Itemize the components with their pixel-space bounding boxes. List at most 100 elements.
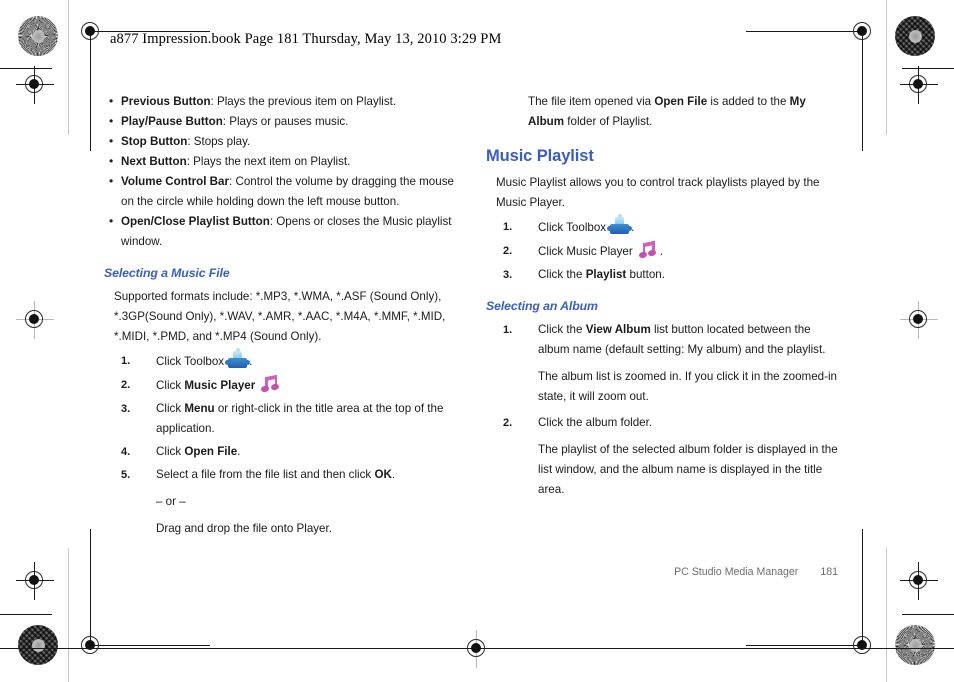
bullet-text: : Stops play. [187,135,251,148]
step-item: 4. Click Open File. [104,442,456,462]
registration-target-mid-left [16,301,54,339]
step-detail-text: The album list is zoomed in. If you clic… [538,370,837,403]
step-number: 5. [121,469,131,481]
note-text-pre: The file item opened via [528,95,655,108]
step-item: 2. Click Music Player [104,374,456,396]
bullet-term: Previous Button [121,95,211,108]
step-text: Click Toolbox [156,355,225,368]
step-bold: View Album [585,323,651,336]
trim-line-left-bottom [68,548,69,682]
step-text: Click [156,379,185,392]
registration-target-upper-right-corner [900,66,938,104]
step-number: 3. [121,403,131,415]
running-header: a877 Impression.book Page 181 Thursday, … [110,31,502,47]
bullet-text: : Plays the previous item on Playlist. [210,95,397,108]
registration-target-lower-right-corner [900,562,938,600]
music-playlist-steps: 1. Click Toolbox. 2. Click Music Player.… [486,214,838,285]
starburst-mark-top-right [895,16,935,56]
step-item: 1. Click the View Album list button loca… [486,320,838,407]
album-steps: 1. Click the View Album list button loca… [486,320,838,500]
right-column: The file item opened via Open File is ad… [486,92,838,503]
trim-line-bottom-right [902,614,954,615]
trim-line-bottom-left [0,614,52,615]
subheading-selecting-a-music-file: Selecting a Music File [104,266,230,280]
step-text-tail: . [391,468,396,481]
note-text-mid: is added to the [707,95,790,108]
trim-line-top-right [902,68,954,69]
page-number: 181 [820,566,838,578]
step-number: 1. [503,324,513,336]
step-bold: OK [374,468,392,481]
registration-target-bottom-left [74,529,210,663]
step-number: 2. [503,417,513,429]
step-text-tail: . [237,445,241,458]
starburst-mark-bottom-left [18,625,58,665]
step-item: 5. Select a file from the file list and … [104,465,456,539]
music-file-steps: 1. Click Toolbox. 2. Click Music Player … [104,348,456,539]
registration-target-bottom-right [746,529,880,663]
music-note-icon [260,374,280,395]
bullet-text: : Plays the next item on Playlist. [186,155,351,168]
step-text: Click the album folder. [538,416,653,429]
registration-target-lower-left-corner [16,562,54,600]
puzzle-piece-icon [225,348,251,369]
registration-target-top-left [74,15,210,151]
step-number: 3. [503,269,513,281]
trim-line-right-bottom [886,548,887,682]
bullet-term: Next Button [121,155,187,168]
registration-target-top-right [746,15,880,151]
bullet-term: Play/Pause Button [121,115,223,128]
step-text: Click the [538,323,586,336]
step-number: 2. [503,245,513,257]
trim-line-right [886,0,887,135]
step-text: Click [156,445,185,458]
list-item: Next Button: Plays the next item on Play… [104,151,456,172]
step-detail-text: The playlist of the selected album folde… [538,443,838,496]
registration-target-mid-right [900,301,938,339]
registration-target-bottom-center [0,630,954,668]
puzzle-piece-icon [607,214,633,235]
step-item: 1. Click Toolbox. [486,214,838,238]
list-item: Play/Pause Button: Plays or pauses music… [104,111,456,132]
starburst-mark-top-left [18,16,58,56]
trim-line-left [68,0,69,135]
left-column: Previous Button: Plays the previous item… [104,91,456,542]
supported-formats-paragraph: Supported formats include: *.MP3, *.WMA,… [114,290,446,343]
list-item: Previous Button: Plays the previous item… [104,91,456,112]
section-heading-music-playlist: Music Playlist [486,147,594,165]
step-bold: Menu [184,402,215,415]
button-description-list: Previous Button: Plays the previous item… [104,91,456,252]
step-item: 1. Click Toolbox. [104,348,456,372]
step-item: 2. Click the album folder. The playlist … [486,413,838,500]
step-item: 2. Click Music Player. [486,240,838,262]
bullet-term: Volume Control Bar [121,175,230,188]
note-text-post: folder of Playlist. [564,115,653,128]
bullet-term: Stop Button [121,135,188,148]
open-file-note-paragraph: The file item opened via Open File is ad… [486,92,838,132]
step-bold: Open File [184,445,238,458]
step-bold: Music Player [184,379,256,392]
step-or-separator: – or – [156,495,186,508]
list-item: Volume Control Bar: Control the volume b… [104,171,456,212]
step-number: 1. [503,221,513,233]
registration-target-upper-left-corner [16,66,54,104]
step-text-tail: button. [626,268,665,281]
step-alternative-text: Drag and drop the file onto Player. [156,522,332,535]
footer-title: PC Studio Media Manager [674,566,799,578]
step-number: 2. [121,379,131,391]
step-item: 3. Click Menu or right-click in the titl… [104,399,456,439]
music-playlist-paragraph: Music Playlist allows you to control tra… [496,176,820,209]
list-item: Stop Button: Stops play. [104,131,456,152]
note-bold-open-file: Open File [654,95,708,108]
step-item: 3. Click the Playlist button. [486,265,838,285]
page-footer: PC Studio Media Manager 181 [486,566,838,578]
subheading-selecting-an-album: Selecting an Album [486,299,598,313]
step-number: 1. [121,355,131,367]
step-text: Click Toolbox [538,221,607,234]
step-number: 4. [121,446,131,458]
music-note-icon [638,240,658,261]
step-text: Click the [538,268,586,281]
step-bold: Playlist [585,268,627,281]
bullet-text: : Plays or pauses music. [222,115,349,128]
bullet-term: Open/Close Playlist Button [121,215,270,228]
